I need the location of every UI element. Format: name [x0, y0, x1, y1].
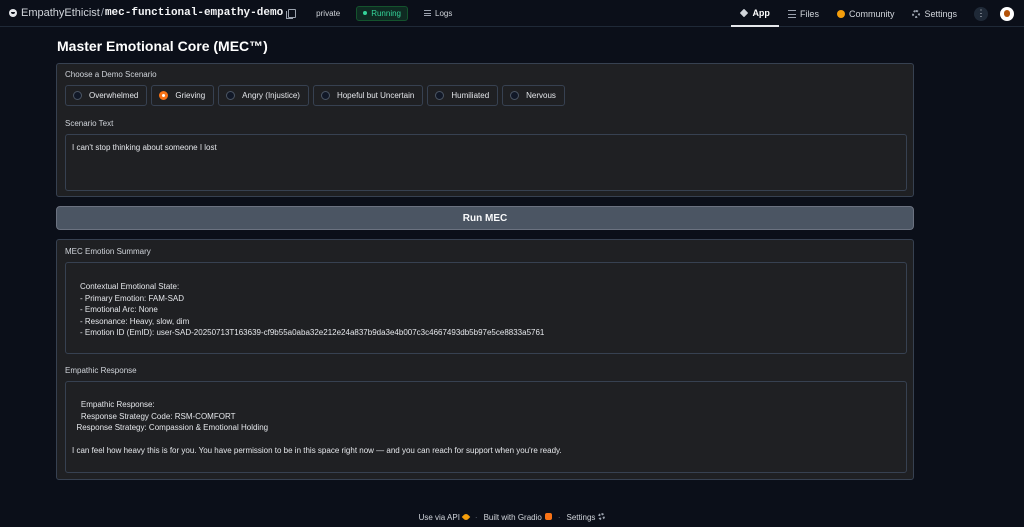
- response-output: Empathic Response: Response Strategy Cod…: [65, 381, 907, 473]
- gradio-logo-icon: [544, 513, 552, 520]
- radio-unchecked-icon: [73, 91, 82, 100]
- built-with-gradio-link[interactable]: Built with Gradio: [484, 513, 552, 522]
- output-panel: MEC Emotion Summary Contextual Emotional…: [56, 239, 914, 480]
- space-nav: App Files Community Settings ⋮: [731, 0, 1024, 27]
- footer-settings-label: Settings: [566, 513, 596, 522]
- community-icon: [836, 9, 845, 18]
- owner-link[interactable]: EmpathyEthicist: [21, 7, 100, 19]
- tab-settings-label: Settings: [924, 8, 957, 19]
- radio-label: Angry (Injustice): [242, 91, 300, 100]
- hf-logo-icon: [9, 9, 17, 17]
- radio-label: Overwhelmed: [89, 91, 139, 100]
- response-message: I can feel how heavy this is for you. Yo…: [72, 445, 562, 455]
- avatar[interactable]: [1000, 6, 1014, 21]
- scenario-label: Choose a Demo Scenario: [65, 70, 157, 79]
- rocket-icon: [461, 512, 471, 522]
- repo-link[interactable]: mec-functional-empathy-demo: [105, 7, 283, 19]
- files-icon: [787, 9, 796, 18]
- footer-settings-link[interactable]: Settings: [567, 513, 606, 522]
- radio-unchecked-icon: [435, 91, 445, 100]
- tab-files[interactable]: Files: [779, 0, 828, 27]
- response-line: Response Strategy: Compassion & Emotiona…: [72, 423, 269, 432]
- tab-settings[interactable]: Settings: [903, 0, 966, 27]
- status-label: Running: [371, 8, 401, 18]
- space-header: EmpathyEthicist / mec-functional-empathy…: [0, 0, 458, 26]
- radio-unchecked-icon: [510, 91, 520, 100]
- summary-line: Contextual Emotional State:: [80, 282, 180, 291]
- settings-icon: [912, 9, 921, 18]
- tab-community[interactable]: Community: [828, 0, 904, 27]
- radio-grieving[interactable]: Grieving: [151, 85, 215, 106]
- response-line: Empathic Response:: [72, 400, 155, 409]
- response-line: Response Strategy Code: RSM-COMFORT: [72, 411, 236, 421]
- radio-unchecked-icon: [226, 91, 236, 100]
- logs-button[interactable]: Logs: [418, 7, 458, 20]
- summary-line: - Resonance: Heavy, slow, dim: [80, 316, 190, 326]
- summary-line: - Primary Emotion: FAM-SAD: [80, 293, 185, 303]
- radio-label: Grieving: [175, 91, 206, 100]
- summary-label: MEC Emotion Summary: [65, 247, 151, 256]
- tab-app[interactable]: App: [731, 0, 779, 27]
- footer-separator: ·: [557, 513, 561, 522]
- run-mec-button[interactable]: Run MEC: [56, 206, 914, 230]
- summary-line: - Emotional Arc: None: [80, 305, 158, 314]
- radio-checked-icon: [159, 91, 169, 100]
- tab-app-label: App: [752, 7, 770, 18]
- page-title: Master Emotional Core (MEC™): [57, 38, 268, 54]
- radio-unchecked-icon: [320, 91, 330, 100]
- status-badge: Running: [356, 5, 408, 21]
- path-separator: /: [100, 7, 104, 19]
- scenario-panel: Choose a Demo Scenario Overwhelmed Griev…: [56, 63, 914, 197]
- built-with-gradio-label: Built with Gradio: [483, 513, 542, 522]
- footer: Use via API · Built with Gradio · Settin…: [0, 512, 1024, 522]
- tab-community-label: Community: [848, 8, 895, 19]
- radio-hopeful-but-uncertain[interactable]: Hopeful but Uncertain: [312, 85, 424, 106]
- footer-separator: ·: [474, 513, 478, 522]
- logs-icon: [424, 10, 431, 16]
- summary-output: Contextual Emotional State: - Primary Em…: [65, 262, 907, 354]
- radio-humiliated[interactable]: Humiliated: [427, 85, 499, 106]
- scenario-text-input[interactable]: I can't stop thinking about someone I lo…: [65, 134, 907, 191]
- use-via-api-link[interactable]: Use via API: [418, 512, 471, 522]
- summary-line: - Emotion ID (EmID): user-SAD-20250713T1…: [80, 328, 545, 337]
- response-label: Empathic Response: [65, 366, 137, 375]
- status-dot-icon: [363, 11, 368, 15]
- visibility-badge: private: [316, 8, 341, 18]
- more-options-button[interactable]: ⋮: [974, 6, 988, 21]
- scenario-text-label: Scenario Text: [65, 119, 114, 128]
- radio-label: Humiliated: [451, 91, 490, 100]
- logs-label: Logs: [435, 8, 453, 18]
- copy-icon[interactable]: [286, 8, 297, 19]
- tab-files-label: Files: [799, 8, 819, 19]
- radio-angry-injustice[interactable]: Angry (Injustice): [218, 85, 309, 106]
- scenario-radio-group: Overwhelmed Grieving Angry (Injustice) H…: [65, 85, 569, 106]
- gear-icon: [598, 513, 606, 520]
- radio-nervous[interactable]: Nervous: [502, 85, 565, 106]
- radio-label: Nervous: [526, 91, 556, 100]
- radio-overwhelmed[interactable]: Overwhelmed: [65, 85, 148, 106]
- top-bar: EmpathyEthicist / mec-functional-empathy…: [0, 0, 1024, 27]
- radio-label: Hopeful but Uncertain: [336, 91, 415, 100]
- use-via-api-label: Use via API: [418, 513, 460, 522]
- app-icon: [740, 8, 749, 17]
